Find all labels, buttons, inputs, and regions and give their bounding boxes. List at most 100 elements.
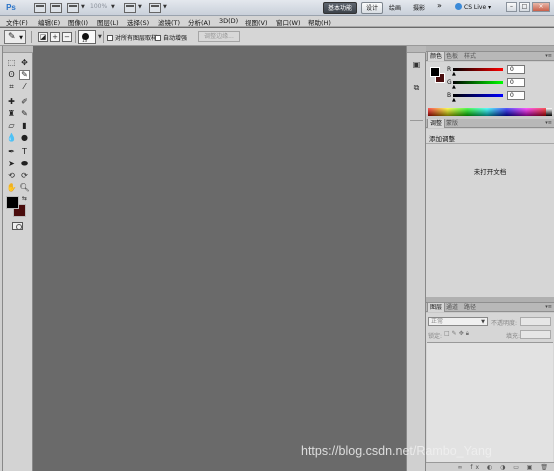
opacity-field[interactable] xyxy=(520,317,551,326)
dodge-icon[interactable]: ● xyxy=(19,133,30,143)
history-brush-icon[interactable]: ✎ xyxy=(19,109,30,119)
auto-enhance-checkbox[interactable]: 自动增强 xyxy=(155,33,187,42)
chevron-down-icon[interactable]: ▼ xyxy=(81,4,85,10)
layers-panel-tabs: 图层 通道 路径 ▾≡ xyxy=(426,303,554,312)
zoom-level[interactable]: 100% xyxy=(90,3,107,10)
eraser-icon[interactable]: ▱ xyxy=(6,121,17,131)
screen-mode-icon[interactable] xyxy=(149,3,161,13)
black-white-ramp[interactable] xyxy=(546,108,552,116)
menu-layer[interactable]: 图层(L) xyxy=(97,17,119,27)
rectangular-marquee-icon[interactable]: ⬚ xyxy=(6,58,17,68)
crop-icon[interactable]: ⌗ xyxy=(6,82,17,92)
menu-filter[interactable]: 滤镜(T) xyxy=(158,17,180,27)
workspace-photography-button[interactable]: 摄影 xyxy=(413,3,425,12)
new-selection-icon[interactable]: ◪ xyxy=(38,32,48,42)
view-extras-icon[interactable] xyxy=(67,3,79,13)
chevron-down-icon[interactable]: ▼ xyxy=(98,34,102,40)
panel-menu-icon[interactable]: ▾≡ xyxy=(545,120,552,126)
tab-color[interactable]: 颜色 xyxy=(427,52,446,61)
channel-g-slider[interactable] xyxy=(453,81,503,84)
brush-icon[interactable]: ✐ xyxy=(19,97,30,107)
channel-r-slider[interactable] xyxy=(453,68,503,71)
history-panel-icon[interactable]: ⧉ xyxy=(411,82,422,93)
channel-b-value[interactable]: 0 xyxy=(507,91,525,100)
chevron-down-icon[interactable]: ▼ xyxy=(111,4,115,10)
bridge-icon[interactable] xyxy=(34,3,46,13)
brush-size: 13 xyxy=(82,38,88,43)
workspace-essentials-button[interactable]: 基本功能 xyxy=(323,2,358,14)
mini-bridge-icon[interactable] xyxy=(50,3,62,13)
tab-adjustments[interactable]: 调整 xyxy=(427,119,446,128)
slider-thumb-icon[interactable]: ▲ xyxy=(452,97,456,103)
panel-menu-icon[interactable]: ▾≡ xyxy=(545,53,552,59)
tab-swatches[interactable]: 色板 xyxy=(444,52,460,61)
panel-grip[interactable] xyxy=(3,46,33,53)
channel-b-slider[interactable] xyxy=(453,94,503,97)
tab-layers[interactable]: 图层 xyxy=(427,303,446,312)
pen-icon[interactable]: ✒ xyxy=(6,147,17,157)
subtract-from-selection-icon[interactable]: − xyxy=(62,32,72,42)
chevron-down-icon[interactable]: ▼ xyxy=(163,4,167,10)
channel-g-value[interactable]: 0 xyxy=(507,78,525,87)
brush-picker[interactable]: 13 xyxy=(78,30,96,44)
more-workspaces-button[interactable]: » xyxy=(437,1,442,10)
blur-icon[interactable]: 💧 xyxy=(6,133,17,143)
channel-r-value[interactable]: 0 xyxy=(507,65,525,74)
quick-selection-icon[interactable]: ✎ xyxy=(19,70,30,80)
quick-mask-icon[interactable] xyxy=(12,222,23,230)
menu-3d[interactable]: 3D(D) xyxy=(219,17,238,25)
spot-healing-icon[interactable]: ✚ xyxy=(6,97,17,107)
menu-edit[interactable]: 编辑(E) xyxy=(38,17,60,27)
path-selection-icon[interactable]: ➤ xyxy=(6,159,17,169)
sample-all-layers-checkbox[interactable]: 对所有图层取样 xyxy=(107,33,157,42)
foreground-color-swatch[interactable] xyxy=(6,196,19,209)
shape-icon[interactable]: ⬬ xyxy=(19,159,30,169)
swap-colors-icon[interactable]: ⇆ xyxy=(22,195,27,202)
fill-field[interactable] xyxy=(520,330,551,339)
menu-window[interactable]: 窗口(W) xyxy=(276,17,301,27)
menu-image[interactable]: 图像(I) xyxy=(68,17,88,27)
foreground-color-swatch[interactable] xyxy=(430,67,440,77)
3d-orbit-icon[interactable]: ⟳ xyxy=(19,171,30,181)
workspace-painting-button[interactable]: 绘画 xyxy=(389,3,401,12)
lock-options-icons[interactable]: □✎✥🔒︎ xyxy=(444,330,471,338)
panel-menu-icon[interactable]: ▾≡ xyxy=(545,304,552,310)
eyedropper-icon[interactable]: ⁄ xyxy=(19,82,30,92)
move-tool-icon[interactable]: ✥ xyxy=(19,58,30,68)
tab-paths[interactable]: 路径 xyxy=(462,303,478,312)
slider-thumb-icon[interactable]: ▲ xyxy=(452,71,456,77)
add-to-selection-icon[interactable]: + xyxy=(50,32,60,42)
workspace-design-button[interactable]: 设计 xyxy=(361,2,384,14)
panel-grip[interactable] xyxy=(407,46,426,53)
clone-stamp-icon[interactable]: ♜ xyxy=(6,109,17,119)
tool-preset-picker[interactable]: ✎ ▼ xyxy=(4,30,26,44)
fill-label: 填充: xyxy=(506,333,521,340)
color-spectrum-ramp[interactable] xyxy=(428,108,546,116)
right-panel-dock: 颜色 色板 样式 ▾≡ R ▲ 0 G ▲ 0 B ▲ 0 调整 蒙版 ▾≡ 添… xyxy=(426,46,554,471)
menu-help[interactable]: 帮助(H) xyxy=(308,17,331,27)
chevron-down-icon[interactable]: ▼ xyxy=(138,4,142,10)
lasso-icon[interactable]: ʘ xyxy=(6,70,17,80)
layer-actions-icons[interactable]: ∞ fx ◐ ◑ ▭ ▣ 🗑︎ xyxy=(457,464,551,471)
menu-view[interactable]: 视图(V) xyxy=(245,17,268,27)
close-button[interactable]: × xyxy=(532,2,550,12)
blend-mode-select[interactable]: 正常 ▼ xyxy=(428,317,488,326)
tab-masks[interactable]: 蒙版 xyxy=(444,119,460,128)
type-icon[interactable]: T xyxy=(19,147,30,157)
slider-thumb-icon[interactable]: ▲ xyxy=(452,84,456,90)
menu-select[interactable]: 选择(S) xyxy=(127,17,149,27)
zoom-icon[interactable]: 🔍︎ xyxy=(19,183,30,193)
hand-icon[interactable]: ✋ xyxy=(6,183,17,193)
mini-bridge-panel-icon[interactable]: ▣ xyxy=(411,59,422,70)
minimize-button[interactable]: – xyxy=(506,2,517,12)
gradient-icon[interactable]: ▮ xyxy=(19,121,30,131)
tab-styles[interactable]: 样式 xyxy=(462,52,478,61)
menu-analysis[interactable]: 分析(A) xyxy=(188,17,211,27)
menu-file[interactable]: 文件(F) xyxy=(6,17,28,27)
arrange-documents-icon[interactable] xyxy=(124,3,136,13)
cs-live-button[interactable]: CS Live ▾ xyxy=(455,3,491,11)
restore-button[interactable]: □ xyxy=(519,2,530,12)
tab-channels[interactable]: 通道 xyxy=(444,303,460,312)
3d-rotate-icon[interactable]: ⟲ xyxy=(6,171,17,181)
refine-edge-button[interactable]: 调整边缘... xyxy=(198,31,240,42)
